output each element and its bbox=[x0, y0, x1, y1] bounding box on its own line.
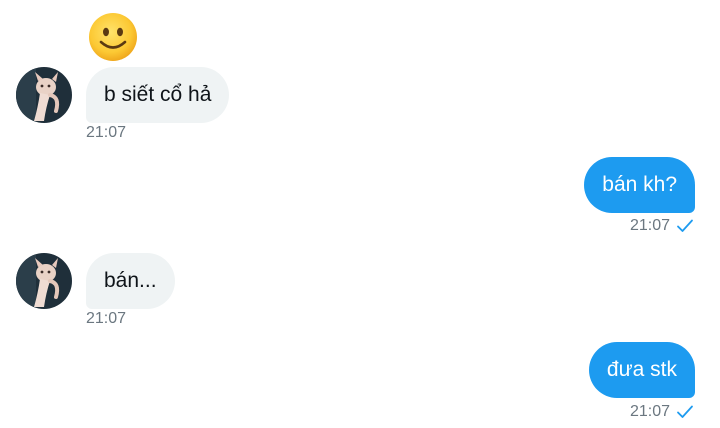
contact-avatar[interactable] bbox=[16, 253, 72, 309]
message-text: b siết cổ hả bbox=[104, 83, 212, 106]
checkmark-icon bbox=[677, 219, 693, 232]
message-bubble-incoming[interactable]: bán... bbox=[86, 253, 175, 309]
message-timestamp: 21:07 bbox=[629, 403, 670, 420]
message-bubble-outgoing[interactable]: bán kh? bbox=[584, 157, 695, 213]
message-bubble-outgoing[interactable]: đưa stk bbox=[588, 342, 695, 398]
chat-thread: b siết cổ hả 21:07 bán kh? 21:07 bán... … bbox=[0, 0, 720, 428]
message-meta: 21:07 bbox=[630, 403, 694, 421]
sphynx-cat-avatar-icon bbox=[16, 67, 72, 123]
smiley-emoji-icon bbox=[89, 13, 137, 61]
message-text: bán kh? bbox=[602, 173, 677, 196]
contact-avatar[interactable] bbox=[16, 67, 72, 123]
message-timestamp: 21:07 bbox=[86, 124, 127, 141]
message-timestamp: 21:07 bbox=[629, 217, 670, 234]
message-meta: 21:07 bbox=[630, 217, 694, 235]
message-timestamp: 21:07 bbox=[86, 310, 127, 327]
sphynx-cat-avatar-icon bbox=[16, 253, 72, 309]
message-text: bán... bbox=[104, 269, 157, 292]
checkmark-icon bbox=[677, 405, 693, 418]
message-bubble-incoming[interactable]: b siết cổ hả bbox=[86, 67, 230, 123]
message-text: đưa stk bbox=[606, 358, 677, 381]
